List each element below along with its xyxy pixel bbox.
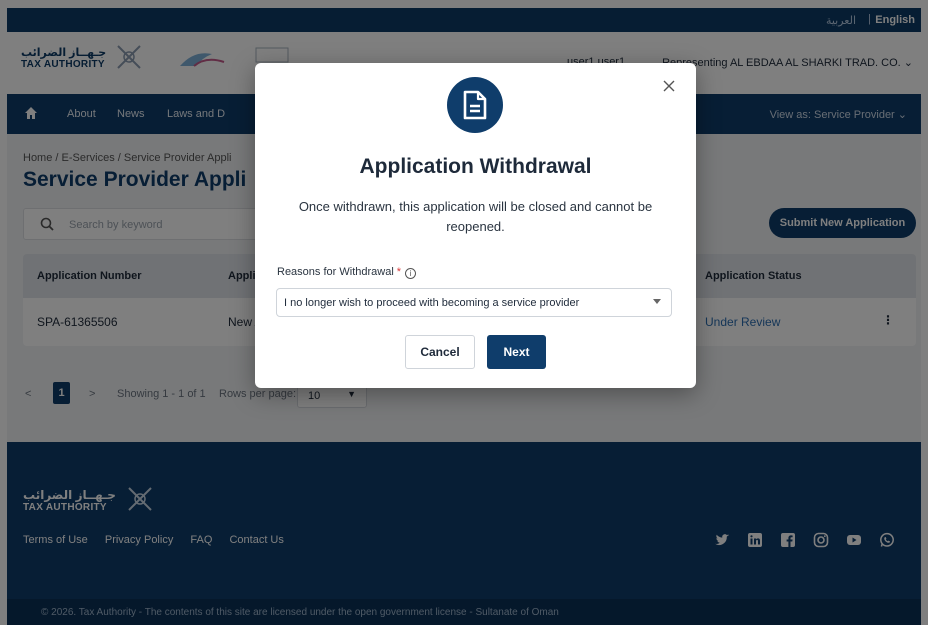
modal-message: Once withdrawn, this application will be…	[298, 199, 653, 234]
document-badge	[447, 77, 503, 133]
close-icon[interactable]	[662, 79, 676, 93]
withdrawal-reason-label-text: Reasons for Withdrawal	[277, 266, 394, 278]
cancel-button[interactable]: Cancel	[405, 335, 475, 369]
document-icon	[463, 90, 487, 120]
next-button[interactable]: Next	[487, 335, 546, 369]
chevron-down-icon	[653, 299, 661, 304]
modal-title: Application Withdrawal	[359, 155, 592, 178]
withdrawal-reason-select[interactable]: I no longer wish to proceed with becomin…	[276, 288, 672, 317]
withdrawal-modal: Application Withdrawal Once withdrawn, t…	[255, 63, 696, 388]
required-marker: *	[396, 266, 402, 278]
withdrawal-reason-label: Reasons for Withdrawal * i	[277, 266, 417, 279]
selected-reason: I no longer wish to proceed with becomin…	[284, 297, 580, 309]
info-icon[interactable]: i	[405, 268, 417, 279]
